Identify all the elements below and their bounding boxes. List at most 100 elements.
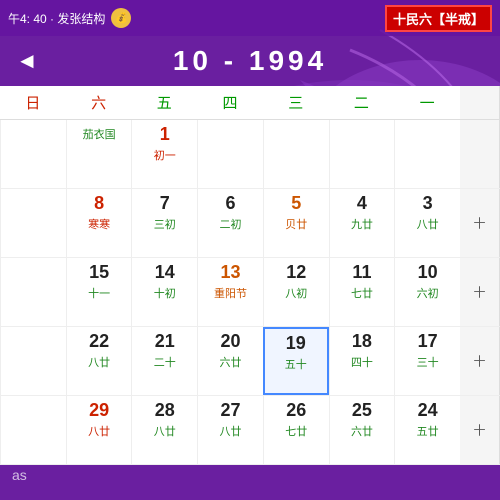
cal-cell-3-0[interactable]: 17 三十 xyxy=(394,327,460,395)
cell-sub-text: 八廿 xyxy=(202,423,259,439)
cell-sub-text: 初一 xyxy=(136,147,193,163)
cal-cell-4-2[interactable]: 26 七廿 xyxy=(263,396,329,464)
cal-cell-2-4[interactable]: 14十初 xyxy=(131,258,197,326)
cal-cell-2-0[interactable]: 10 六初 xyxy=(394,258,460,326)
cal-cell-0-3 xyxy=(197,120,263,188)
cal-cell-3-1[interactable]: 18 四十 xyxy=(329,327,395,395)
row-label-4: 十 xyxy=(460,396,500,464)
cell-sub-text: 重阳节 xyxy=(202,285,259,301)
cell-sub-text: 五十 xyxy=(269,356,323,372)
cal-cell-3-5[interactable]: 22 八廿 xyxy=(66,327,132,395)
cell-number: 28 xyxy=(136,400,193,421)
calendar-row-3: 十17三十18四十19五十20六廿21二十22八廿 xyxy=(0,327,500,396)
weekday-header-四: 四 xyxy=(197,86,263,119)
cal-cell-0-1 xyxy=(329,120,395,188)
cal-cell-1-3[interactable]: 6二初 xyxy=(197,189,263,257)
cal-cell-4-5[interactable]: 29八廿 xyxy=(66,396,132,464)
cell-number: 20 xyxy=(202,331,259,352)
cell-sub-text: 七廿 xyxy=(268,423,325,439)
cell-number: 27 xyxy=(202,400,259,421)
cell-sub-text: 三十 xyxy=(399,354,456,370)
cal-cell-2-1[interactable]: 11 七廿 xyxy=(329,258,395,326)
weekday-header-一: 一 xyxy=(394,86,460,119)
cal-cell-4-0[interactable]: 24五廿 xyxy=(394,396,460,464)
cell-sub-text: 八初 xyxy=(268,285,325,301)
cell-sub-text: 六廿 xyxy=(334,423,391,439)
cal-cell-4-6 xyxy=(0,396,66,464)
weekday-header-三: 三 xyxy=(263,86,329,119)
header-time: 午4: 40 · 发张结构 xyxy=(8,10,105,27)
cell-number: 19 xyxy=(269,333,323,354)
cell-sub-text: 八廿 xyxy=(399,216,456,232)
cell-number: 10 xyxy=(399,262,456,283)
cell-number: 17 xyxy=(399,331,456,352)
header-right: 💰 午4: 40 · 发张结构 xyxy=(8,8,131,28)
cell-sub-text: 九廿 xyxy=(334,216,391,232)
cal-cell-4-1[interactable]: 25 六廿 xyxy=(329,396,395,464)
calendar-row-4: 十24五廿25六廿26七廿27八廿28八廿29八廿 xyxy=(0,396,500,465)
footer-text: as xyxy=(12,467,27,483)
cell-sub-text: 茄衣国 xyxy=(71,126,128,142)
weekday-header-六: 六 xyxy=(66,86,132,119)
row-label-2: 十 xyxy=(460,258,500,326)
cal-cell-2-2[interactable]: 12 八初 xyxy=(263,258,329,326)
cal-cell-3-4[interactable]: 21二十 xyxy=(131,327,197,395)
weekday-header-二: 二 xyxy=(329,86,395,119)
cell-number: 26 xyxy=(268,400,325,421)
cal-cell-4-3[interactable]: 27 八廿 xyxy=(197,396,263,464)
cell-sub-text: 四十 xyxy=(334,354,391,370)
cal-cell-1-5[interactable]: 8寒寒 xyxy=(66,189,132,257)
cell-sub-text: 五廿 xyxy=(399,423,456,439)
cell-number: 3 xyxy=(399,193,456,214)
row-label-0 xyxy=(460,120,500,188)
cell-number: 25 xyxy=(334,400,391,421)
prev-month-button[interactable]: ◄ xyxy=(16,48,38,74)
cal-cell-1-0[interactable]: 3 八廿 xyxy=(394,189,460,257)
cell-sub-text: 七廿 xyxy=(334,285,391,301)
cal-cell-1-6 xyxy=(0,189,66,257)
cal-cell-1-2[interactable]: 5贝廿 xyxy=(263,189,329,257)
cell-sub-text: 六廿 xyxy=(202,354,259,370)
cal-cell-0-4[interactable]: 1 初一 xyxy=(131,120,197,188)
cal-cell-2-6 xyxy=(0,258,66,326)
cell-number: 15 xyxy=(71,262,128,283)
cell-number: 11 xyxy=(334,262,391,283)
cell-number: 12 xyxy=(268,262,325,283)
cell-sub-text: 八廿 xyxy=(71,354,128,370)
cell-sub-text: 六初 xyxy=(399,285,456,301)
cal-cell-0-0 xyxy=(394,120,460,188)
cal-cell-2-3[interactable]: 13重阳节 xyxy=(197,258,263,326)
cell-number: 5 xyxy=(268,193,325,214)
calendar: 一二三四五六日 1初一茄衣国十3八廿4九廿5贝廿6二初7三初8寒寒十10六初11… xyxy=(0,86,500,465)
nav-bar: ◄ 1994 - 10 xyxy=(0,36,500,86)
year-month-display: 1994 - 10 xyxy=(173,45,327,77)
cell-sub-text: 十初 xyxy=(136,285,193,301)
cell-number: 7 xyxy=(136,193,193,214)
header-left: 十民六【半戒】 xyxy=(385,5,492,32)
cell-sub-text: 二十 xyxy=(136,354,193,370)
calendar-row-2: 十10 六初 11 七廿 12 八初 13重阳节14十初15十一 xyxy=(0,258,500,327)
cal-cell-2-5[interactable]: 15十一 xyxy=(66,258,132,326)
cell-sub-text: 八廿 xyxy=(136,423,193,439)
cal-cell-1-4[interactable]: 7 三初 xyxy=(131,189,197,257)
cell-number: 4 xyxy=(334,193,391,214)
calendar-row-1: 十3 八廿 4 九廿 5贝廿6二初7 三初8寒寒 xyxy=(0,189,500,258)
coin-icon: 💰 xyxy=(111,8,131,28)
cal-cell-3-2[interactable]: 19 五十 xyxy=(263,327,329,395)
cell-sub-text: 二初 xyxy=(202,216,259,232)
cell-number: 18 xyxy=(334,331,391,352)
cell-sub-text: 三初 xyxy=(136,216,193,232)
weekday-header-五: 五 xyxy=(131,86,197,119)
header-side-cell xyxy=(460,86,500,119)
cal-cell-0-2 xyxy=(263,120,329,188)
cal-cell-1-1[interactable]: 4 九廿 xyxy=(329,189,395,257)
cal-cell-4-4[interactable]: 28 八廿 xyxy=(131,396,197,464)
cell-sub-text: 寒寒 xyxy=(71,216,128,232)
cell-number: 22 xyxy=(71,331,128,352)
cal-cell-0-5: 茄衣国 xyxy=(66,120,132,188)
cal-cell-3-3[interactable]: 20 六廿 xyxy=(197,327,263,395)
cell-number: 29 xyxy=(71,400,128,421)
cal-cell-0-6 xyxy=(0,120,66,188)
row-label-1: 十 xyxy=(460,189,500,257)
cell-number: 1 xyxy=(136,124,193,145)
